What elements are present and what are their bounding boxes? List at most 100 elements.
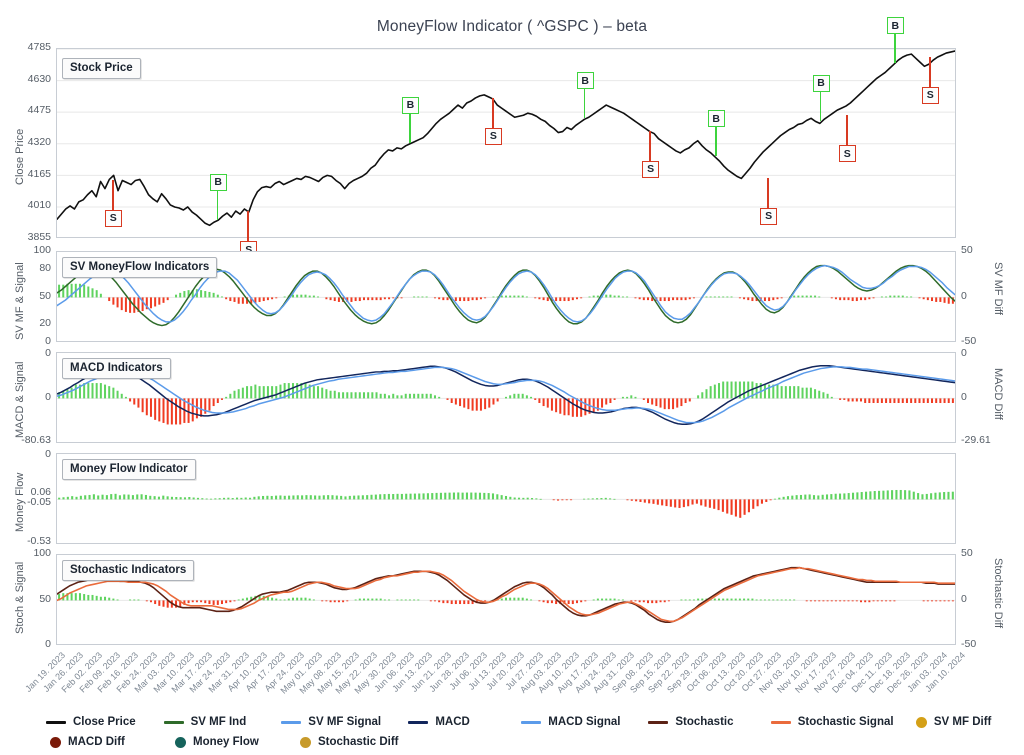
badge-macd: MACD Indicators [62,358,171,379]
legend-dot-swatch [300,736,311,748]
ytick-label: 20 [39,316,51,329]
legend-item[interactable]: Stochastic Diff [296,736,446,748]
ytick-label: 4630 [27,72,51,85]
ytick-label: 50 [39,289,51,302]
buy-marker[interactable]: B [812,74,830,92]
sell-marker[interactable]: S [642,160,660,178]
legend-label: MACD Diff [68,736,125,748]
legend-line-swatch [648,720,669,724]
legend-dot-swatch [175,736,186,748]
buy-marker-stem [583,88,586,119]
legend-label: Stochastic [675,716,734,728]
sell-marker-stem [649,130,651,161]
sell-marker[interactable]: S [921,87,939,105]
sell-marker-stem [845,115,848,146]
plot-svg-macd [57,364,955,426]
legend-item[interactable]: Money Flow [171,736,296,748]
buy-marker-stem [714,126,717,157]
sell-marker-stem [767,177,769,208]
ytick-label: 0 [45,335,51,347]
sell-marker[interactable]: S [484,128,502,146]
ytick-label: 3855 [27,231,51,243]
axis-title-sv-mf-diff: SV MF Diff [992,262,1004,315]
ytick-label: 4010 [27,199,51,212]
legend-label: Money Flow [193,736,259,748]
ytick-label: 100 [33,547,51,559]
badge-sv-moneyflow: SV MoneyFlow Indicators [62,257,218,278]
ytick-label: 0 [45,390,51,403]
legend-label: MACD Signal [548,716,621,728]
buy-marker-stem [894,33,896,64]
ytick-label: 50 [961,244,973,256]
legend-line-swatch [770,720,791,724]
legend-label: Stochastic Diff [318,736,399,748]
legend-line-swatch [46,720,66,724]
legend-item[interactable]: Stochastic [648,716,770,728]
legend-row-1: Close Price SV MF Ind SV MF Signal MACD MACD… [46,713,1006,731]
buy-marker-stem [216,189,219,220]
ytick-label: -50 [961,335,977,347]
legend-label: SV MF Ind [190,716,247,728]
legend-label: Stochastic Signal [797,716,894,728]
ytick-label: 4475 [27,104,51,117]
legend-item[interactable]: Stochastic Signal [770,716,912,728]
ytick-label: 50 [961,547,973,559]
ytick-label: 80 [39,262,51,275]
legend-label: MACD [435,716,470,728]
buy-marker-stem [409,113,411,143]
legend-item[interactable]: SV MF Diff [912,716,1006,728]
buy-marker[interactable]: B [209,173,227,191]
buy-marker-stem [819,90,822,121]
legend-label: SV MF Diff [933,716,992,728]
badge-stock-price: Stock Price [62,58,141,79]
chart-page: MoneyFlow Indicator ( ^GSPC ) – beta Clo… [0,0,1024,755]
sell-marker-stem [111,179,114,210]
ytick-label: 0 [961,592,967,605]
sell-marker[interactable]: S [838,145,856,163]
ytick-label: 0 [961,390,967,403]
sell-marker-stem [247,211,250,242]
ytick-label: 0 [961,289,967,302]
ytick-label: 0 [45,638,51,650]
legend-item[interactable]: MACD Signal [521,716,648,728]
ytick-label: -0.53 [27,535,51,547]
chart-legend: Close Price SV MF Ind SV MF Signal MACD MACD… [0,706,1024,755]
ytick-label: 0 [45,347,51,359]
legend-line-swatch [408,720,429,724]
legend-item[interactable]: SV MF Signal [281,716,408,728]
legend-item[interactable]: MACD Diff [46,736,171,748]
legend-item[interactable]: MACD [408,716,521,728]
legend-item[interactable]: SV MF Ind [163,716,282,728]
sell-marker[interactable]: S [104,209,122,227]
badge-money-flow: Money Flow Indicator [62,459,196,480]
buy-marker[interactable]: B [886,17,904,35]
legend-label: SV MF Signal [308,716,382,728]
ytick-label: 0 [45,448,51,460]
legend-dot-swatch [50,736,61,748]
legend-line-swatch [163,720,184,724]
legend-label: Close Price [73,716,136,728]
ytick-label: 4320 [27,136,51,148]
ytick-label: -50 [961,638,977,650]
ytick-label: -29.61 [961,434,991,446]
legend-dot-swatch [915,716,927,728]
ytick-label: 50 [39,592,51,605]
legend-item[interactable]: Close Price [46,716,164,728]
buy-marker[interactable]: B [576,72,594,90]
buy-marker[interactable]: B [401,97,419,114]
ytick-label: 4785 [27,41,51,53]
ytick-label: 4165 [27,167,51,180]
plot-macd[interactable] [56,352,956,443]
badge-stochastic: Stochastic Indicators [62,560,195,581]
ytick-label: 0 [961,347,967,359]
ytick-label: -0.05 [27,495,51,508]
sell-marker[interactable]: S [760,207,778,225]
sell-marker-stem [928,57,931,88]
legend-row-2: MACD Diff Money Flow Stochastic Diff [46,733,1006,751]
legend-line-swatch [521,720,542,724]
ytick-label: -80.63 [21,434,51,446]
legend-line-swatch [281,720,302,724]
sell-marker-stem [492,98,494,129]
ytick-label: 100 [33,244,51,256]
buy-marker[interactable]: B [707,110,725,128]
